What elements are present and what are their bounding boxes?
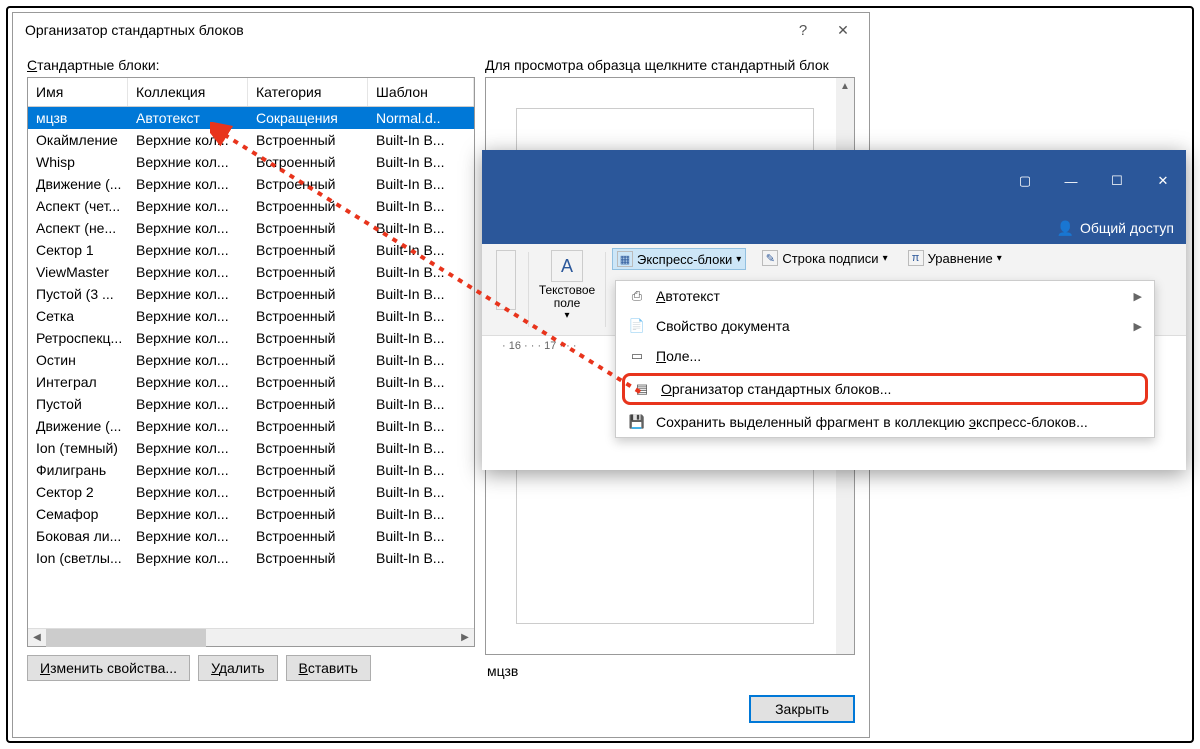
close-button[interactable]: Закрыть bbox=[749, 695, 855, 723]
col-template[interactable]: Шаблон bbox=[368, 78, 474, 106]
field-icon: ▭ bbox=[628, 347, 646, 365]
col-category[interactable]: Категория bbox=[248, 78, 368, 106]
quick-parts-button[interactable]: ▦ Экспресс-блоки▾ bbox=[612, 248, 746, 270]
delete-button[interactable]: Удалить bbox=[198, 655, 277, 681]
table-row[interactable]: ViewMasterВерхние кол...ВстроенныйBuilt-… bbox=[28, 261, 474, 283]
table-header[interactable]: Имя Коллекция Категория Шаблон bbox=[28, 78, 474, 107]
table-row[interactable]: ПустойВерхние кол...ВстроенныйBuilt-In B… bbox=[28, 393, 474, 415]
signature-line-button[interactable]: ✎ Строка подписи▾ bbox=[758, 248, 891, 268]
text-box-button[interactable]: A Текстовое поле ▾ bbox=[535, 248, 599, 331]
insert-button[interactable]: Вставить bbox=[286, 655, 371, 681]
ribbon-fragment[interactable] bbox=[496, 250, 516, 310]
col-collection[interactable]: Коллекция bbox=[128, 78, 248, 106]
dialog-titlebar: Организатор стандартных блоков ? ✕ bbox=[13, 13, 869, 47]
pi-icon: π bbox=[908, 250, 924, 266]
autotext-icon: ⎙ bbox=[628, 287, 646, 305]
ribbon: A Текстовое поле ▾ ▦ Экспресс-блоки▾ ✎ С… bbox=[482, 244, 1186, 336]
dd-save-selection[interactable]: 💾 Сохранить выделенный фрагмент в коллек… bbox=[616, 407, 1154, 437]
table-row[interactable]: Аспект (не...Верхние кол...ВстроенныйBui… bbox=[28, 217, 474, 239]
table-row[interactable]: СемафорВерхние кол...ВстроенныйBuilt-In … bbox=[28, 503, 474, 525]
close-icon[interactable]: ✕ bbox=[823, 22, 863, 39]
table-row[interactable]: Боковая ли...Верхние кол...ВстроенныйBui… bbox=[28, 525, 474, 547]
preview-block-name: мцзв bbox=[485, 661, 855, 681]
table-row[interactable]: ФилиграньВерхние кол...ВстроенныйBuilt-I… bbox=[28, 459, 474, 481]
blocks-list-label: Стандартные блоки: bbox=[27, 57, 475, 73]
word-window: ▢ — ☐ ✕ 👤 Общий доступ A Текстовое поле … bbox=[482, 150, 1186, 470]
table-row[interactable]: ОкаймлениеВерхние кол...ВстроенныйBuilt-… bbox=[28, 129, 474, 151]
table-row[interactable]: СеткаВерхние кол...ВстроенныйBuilt-In B.… bbox=[28, 305, 474, 327]
table-row[interactable]: Ion (темный)Верхние кол...ВстроенныйBuil… bbox=[28, 437, 474, 459]
quick-parts-dropdown: ⎙ Автотекст ▶ 📄 Свойство документа ▶ ▭ П… bbox=[615, 280, 1155, 438]
table-row[interactable]: Движение (...Верхние кол...ВстроенныйBui… bbox=[28, 173, 474, 195]
chevron-right-icon: ▶ bbox=[1134, 320, 1142, 333]
table-row[interactable]: ОстинВерхние кол...ВстроенныйBuilt-In B.… bbox=[28, 349, 474, 371]
person-icon: 👤 bbox=[1057, 220, 1074, 237]
table-row[interactable]: Пустой (3 ...Верхние кол...ВстроенныйBui… bbox=[28, 283, 474, 305]
maximize-icon[interactable]: ☐ bbox=[1094, 166, 1140, 196]
minimize-icon[interactable]: — bbox=[1048, 166, 1094, 196]
col-name[interactable]: Имя bbox=[28, 78, 128, 106]
preview-label: Для просмотра образца щелкните стандартн… bbox=[485, 57, 855, 73]
table-row[interactable]: Ion (светлы...Верхние кол...ВстроенныйBu… bbox=[28, 547, 474, 569]
dd-field[interactable]: ▭ Поле... bbox=[616, 341, 1154, 371]
word-titlebar: ▢ — ☐ ✕ bbox=[482, 150, 1186, 212]
horizontal-scrollbar[interactable]: ◀▶ bbox=[28, 628, 474, 646]
table-row[interactable]: WhispВерхние кол...ВстроенныйBuilt-In B.… bbox=[28, 151, 474, 173]
dd-autotext[interactable]: ⎙ Автотекст ▶ bbox=[616, 281, 1154, 311]
edit-properties-button[interactable]: Изменить свойства... bbox=[27, 655, 190, 681]
save-icon: 💾 bbox=[628, 413, 646, 431]
dd-organizer[interactable]: ▤ Организатор стандартных блоков... bbox=[625, 376, 1145, 402]
window-close-icon[interactable]: ✕ bbox=[1140, 166, 1186, 196]
docprop-icon: 📄 bbox=[628, 317, 646, 335]
organizer-icon: ▤ bbox=[633, 380, 651, 398]
table-row[interactable]: Сектор 2Верхние кол...ВстроенныйBuilt-In… bbox=[28, 481, 474, 503]
blocks-table[interactable]: Имя Коллекция Категория Шаблон мцзвАвтот… bbox=[27, 77, 475, 647]
equation-button[interactable]: π Уравнение▾ bbox=[904, 248, 1006, 268]
quick-parts-icon: ▦ bbox=[617, 251, 633, 267]
dialog-title: Организатор стандартных блоков bbox=[25, 22, 244, 38]
ribbon-options-icon[interactable]: ▢ bbox=[1002, 166, 1048, 196]
dd-doc-property[interactable]: 📄 Свойство документа ▶ bbox=[616, 311, 1154, 341]
table-row[interactable]: мцзвАвтотекстСокращенияNormal.d.. bbox=[28, 107, 474, 129]
chevron-right-icon: ▶ bbox=[1134, 290, 1142, 303]
table-row[interactable]: ИнтегралВерхние кол...ВстроенныйBuilt-In… bbox=[28, 371, 474, 393]
table-row[interactable]: Ретроспекц...Верхние кол...ВстроенныйBui… bbox=[28, 327, 474, 349]
help-button[interactable]: ? bbox=[783, 22, 823, 39]
table-row[interactable]: Аспект (чет...Верхние кол...ВстроенныйBu… bbox=[28, 195, 474, 217]
signature-icon: ✎ bbox=[762, 250, 778, 266]
table-row[interactable]: Движение (...Верхние кол...ВстроенныйBui… bbox=[28, 415, 474, 437]
share-button[interactable]: 👤 Общий доступ bbox=[1057, 220, 1175, 237]
text-box-icon: A bbox=[551, 250, 583, 282]
table-row[interactable]: Сектор 1Верхние кол...ВстроенныйBuilt-In… bbox=[28, 239, 474, 261]
